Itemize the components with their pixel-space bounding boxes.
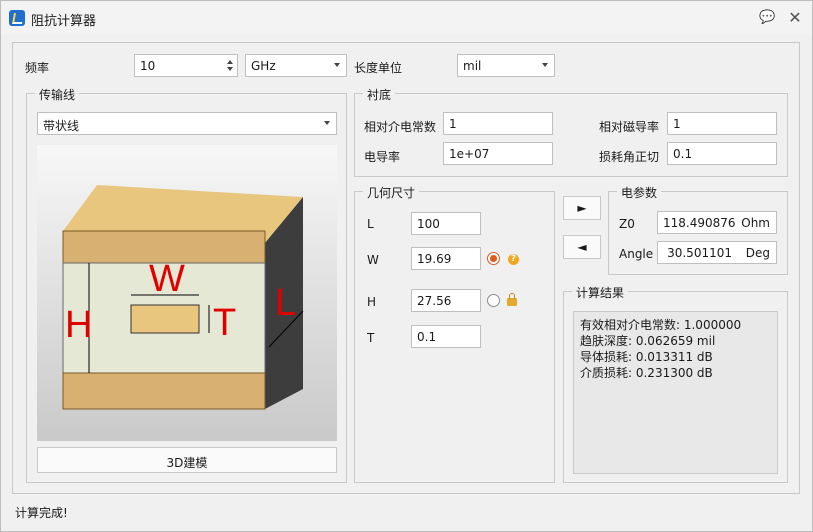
synthesize-button[interactable]: ► — [563, 196, 601, 220]
conductivity-label: 电导率 — [364, 150, 401, 164]
spin-down-icon[interactable] — [227, 67, 233, 71]
permeability-label: 相对磁导率 — [599, 120, 660, 134]
frequency-value: 10 — [140, 59, 156, 73]
permeability-input[interactable]: 1 — [667, 112, 777, 135]
stripline-3d-illustration: W T H L — [62, 185, 304, 410]
chevron-down-icon — [324, 121, 330, 125]
solve-h-radio[interactable] — [487, 294, 500, 307]
geometry-input-t[interactable]: 0.1 — [411, 325, 481, 348]
diagram-label: H — [65, 304, 92, 346]
diagram-label: W — [149, 258, 185, 300]
window-title: 阻抗计算器 — [31, 14, 97, 29]
frequency-unit-value: GHz — [251, 59, 276, 73]
diagram-label: T — [213, 302, 236, 344]
angle-value: 30.501101 — [667, 246, 732, 260]
loss-tangent-input[interactable]: 0.1 — [667, 142, 777, 165]
frequency-label: 频率 — [25, 61, 50, 75]
solve-w-radio[interactable] — [487, 252, 500, 265]
diagram-label: L — [275, 282, 296, 324]
help-icon[interactable]: ? — [508, 254, 519, 265]
z0-input[interactable]: 118.490876 Ohm — [657, 211, 777, 234]
z0-unit: Ohm — [741, 216, 770, 230]
dielectric-constant-input[interactable]: 1 — [443, 112, 553, 135]
status-text: 计算完成! — [15, 506, 68, 520]
results-text: 有效相对介电常数: 1.000000 趋肤深度: 0.062659 mil 导体… — [573, 311, 778, 474]
analyze-button[interactable]: ◄ — [563, 235, 601, 259]
angle-label: Angle — [619, 247, 654, 261]
geometry-title: 几何尺寸 — [363, 184, 420, 201]
geometry-label-w: W — [367, 253, 379, 267]
angle-input[interactable]: 30.501101 Deg — [657, 241, 777, 264]
geometry-input-w[interactable]: 19.69 — [411, 247, 481, 270]
frequency-unit-select[interactable]: GHz — [245, 54, 347, 77]
length-unit-label: 长度单位 — [354, 61, 403, 75]
spin-up-icon[interactable] — [227, 60, 233, 64]
geometry-label-h: H — [367, 295, 377, 309]
impedance-calculator-window: 阻抗计算器 💬 ✕ 频率 10 GHz 长度单位 mil 传输线 带状线 W T… — [0, 0, 813, 532]
build-3d-button[interactable]: 3D建模 — [37, 447, 337, 473]
line-type-select[interactable]: 带状线 — [37, 112, 337, 135]
z0-value: 118.490876 — [663, 216, 736, 230]
results-title: 计算结果 — [572, 284, 629, 301]
length-unit-value: mil — [463, 59, 482, 73]
chevron-down-icon — [334, 63, 340, 67]
app-icon — [9, 10, 25, 26]
dielectric-constant-label: 相对介电常数 — [364, 120, 437, 134]
stripline-diagram: W T H L — [37, 145, 337, 441]
result-line: 介质损耗: 0.231300 dB — [580, 366, 713, 380]
geometry-input-l[interactable]: 100 — [411, 212, 481, 235]
substrate-title: 衬底 — [363, 86, 396, 103]
lock-icon — [507, 293, 517, 306]
geometry-input-h[interactable]: 27.56 — [411, 289, 481, 312]
title-bar: 阻抗计算器 💬 ✕ — [1, 1, 812, 35]
geometry-label-l: L — [367, 217, 374, 231]
close-icon[interactable]: ✕ — [787, 10, 803, 26]
conductivity-input[interactable]: 1e+07 — [443, 142, 553, 165]
result-line: 导体损耗: 0.013311 dB — [580, 350, 713, 364]
z0-label: Z0 — [619, 217, 635, 231]
result-line: 趋肤深度: 0.062659 mil — [580, 334, 716, 348]
angle-unit: Deg — [745, 246, 770, 260]
chevron-down-icon — [542, 63, 548, 67]
line-type-value: 带状线 — [43, 119, 80, 133]
loss-tangent-label: 损耗角正切 — [599, 150, 660, 164]
geometry-label-t: T — [367, 331, 375, 345]
frequency-input[interactable]: 10 — [134, 54, 238, 77]
help-icon[interactable]: 💬 — [759, 10, 775, 26]
transmission-line-title: 传输线 — [35, 86, 80, 103]
result-line: 有效相对介电常数: 1.000000 — [580, 318, 742, 332]
electrical-title: 电参数 — [617, 184, 662, 201]
length-unit-select[interactable]: mil — [457, 54, 555, 77]
